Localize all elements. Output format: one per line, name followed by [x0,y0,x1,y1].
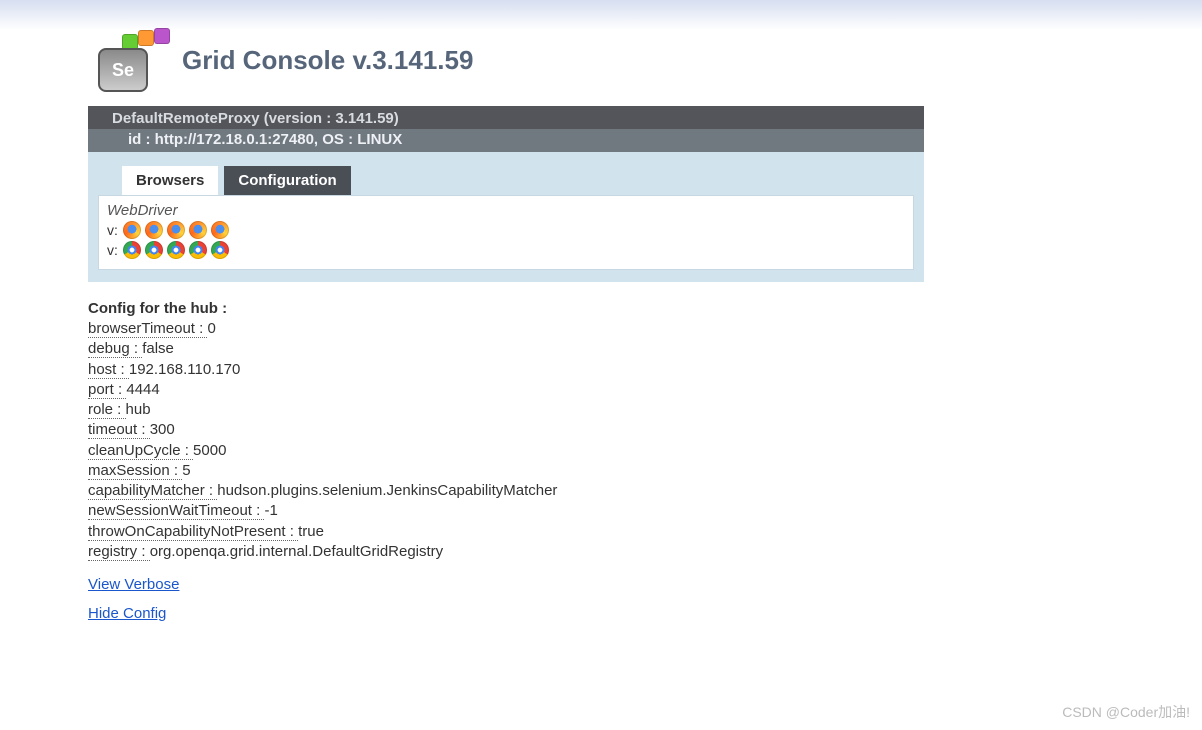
browser-version-label: v: [107,242,118,258]
config-value: -1 [264,502,277,519]
config-value: 192.168.110.170 [129,361,241,378]
tab-configuration[interactable]: Configuration [224,166,350,195]
config-line: cleanUpCycle : 5000 [88,441,1188,461]
watermark: CSDN @Coder加油! [1062,702,1190,722]
config-line: newSessionWaitTimeout : -1 [88,501,1188,521]
logo-box: Se [98,48,148,92]
page-title: Grid Console v.3.141.59 [182,45,473,76]
config-line: debug : false [88,339,1188,359]
firefox-icon[interactable] [123,221,141,239]
config-value: org.openqa.grid.internal.DefaultGridRegi… [150,543,444,560]
chrome-icon[interactable] [167,241,185,259]
config-line: registry : org.openqa.grid.internal.Defa… [88,542,1188,562]
config-line: maxSession : 5 [88,461,1188,481]
config-key: debug : [88,340,142,358]
config-line: timeout : 300 [88,420,1188,440]
config-value: 300 [150,421,175,438]
browser-row: v: [107,221,905,239]
proxy-header-id: id : http://172.18.0.1:27480, OS : LINUX [88,129,924,152]
config-value: 5000 [193,442,226,459]
config-line: throwOnCapabilityNotPresent : true [88,522,1188,542]
firefox-icon[interactable] [211,221,229,239]
config-line: port : 4444 [88,380,1188,400]
hide-config-link[interactable]: Hide Config [88,605,1188,622]
links: View Verbose Hide Config [88,576,1188,622]
config-key: throwOnCapabilityNotPresent : [88,523,298,541]
config-key: role : [88,401,126,419]
config-line: capabilityMatcher : hudson.plugins.selen… [88,481,1188,501]
config-key: registry : [88,543,150,561]
config-value: true [298,523,324,540]
config-value: 0 [207,320,215,337]
firefox-icon[interactable] [189,221,207,239]
page: Se Grid Console v.3.141.59 DefaultRemote… [88,0,1188,622]
chrome-icon[interactable] [145,241,163,259]
logo-square-purple [154,28,170,44]
firefox-icon[interactable] [167,221,185,239]
chrome-icon[interactable] [189,241,207,259]
webdriver-label: WebDriver [107,202,905,219]
config-key: cleanUpCycle : [88,442,193,460]
browser-row: v: [107,241,905,259]
config-key: host : [88,361,129,379]
browser-version-label: v: [107,222,118,238]
tab-bar: Browsers Configuration [88,152,924,195]
browsers-panel: WebDriver v: v: [98,195,914,270]
config-value: hub [126,401,151,418]
config-key: timeout : [88,421,150,439]
proxy-header-name: DefaultRemoteProxy (version : 3.141.59) [88,106,924,129]
hub-config-section: Config for the hub : browserTimeout : 0d… [88,300,1188,562]
header: Se Grid Console v.3.141.59 [88,0,1188,106]
tab-browsers[interactable]: Browsers [122,166,218,195]
config-line: browserTimeout : 0 [88,319,1188,339]
chrome-icon[interactable] [211,241,229,259]
proxy-block: DefaultRemoteProxy (version : 3.141.59) … [88,106,924,282]
config-line: host : 192.168.110.170 [88,360,1188,380]
config-key: browserTimeout : [88,320,207,338]
config-value: hudson.plugins.selenium.JenkinsCapabilit… [217,482,557,499]
hub-config-title: Config for the hub : [88,300,1188,317]
config-line: role : hub [88,400,1188,420]
config-value: 5 [182,462,190,479]
firefox-icon[interactable] [145,221,163,239]
config-key: port : [88,381,126,399]
view-verbose-link[interactable]: View Verbose [88,576,1188,593]
config-key: newSessionWaitTimeout : [88,502,264,520]
config-key: maxSession : [88,462,182,480]
config-value: 4444 [126,381,159,398]
chrome-icon[interactable] [123,241,141,259]
selenium-logo-icon: Se [98,28,162,92]
logo-square-orange [138,30,154,46]
config-value: false [142,340,174,357]
config-key: capabilityMatcher : [88,482,217,500]
